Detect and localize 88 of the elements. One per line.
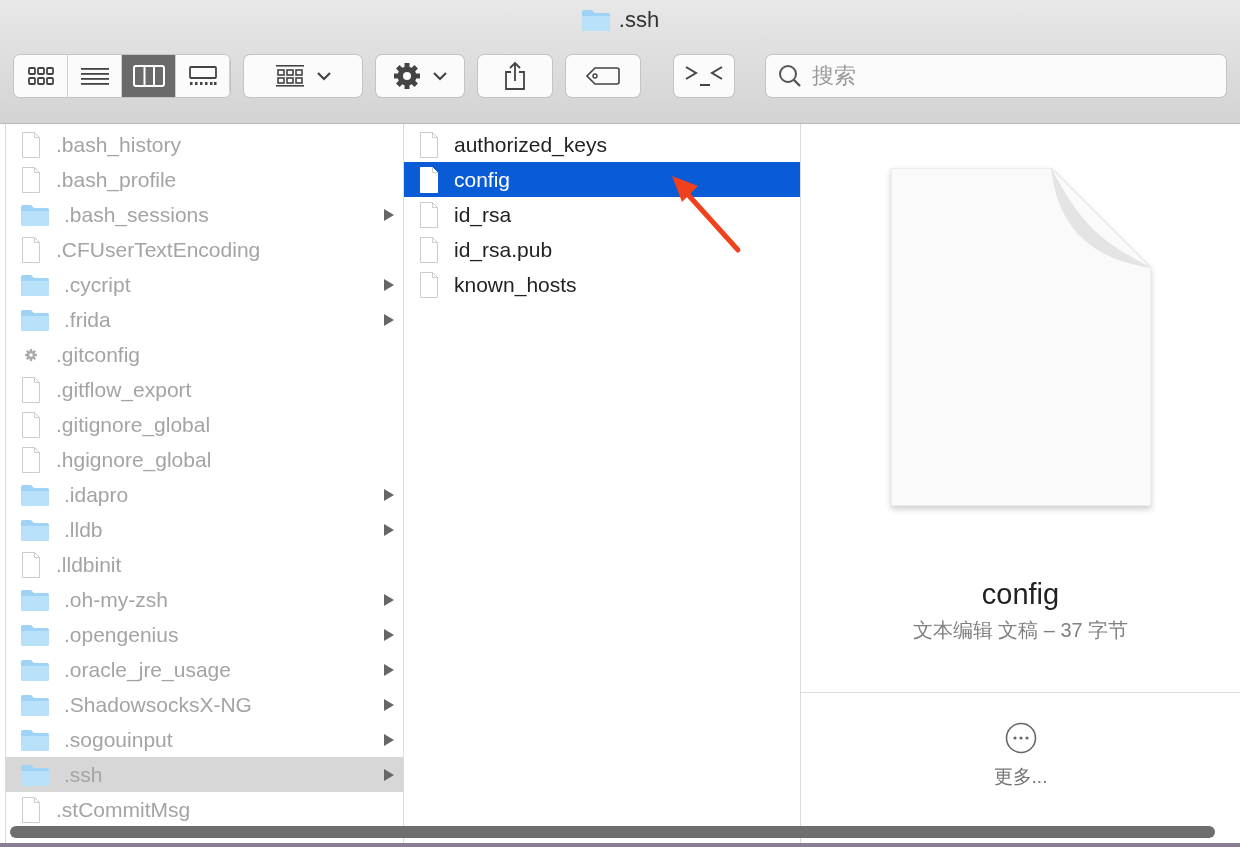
document-icon <box>20 410 42 439</box>
view-mode-button[interactable] <box>14 55 68 97</box>
file-row[interactable]: .gitignore_global <box>6 407 403 442</box>
document-icon <box>20 235 42 264</box>
file-row[interactable]: .stCommitMsg <box>6 792 403 827</box>
disclosure-triangle-icon <box>383 627 395 642</box>
file-row[interactable]: id_rsa <box>404 197 800 232</box>
folder-icon <box>20 273 50 296</box>
tag-icon <box>586 67 620 85</box>
gear-icon <box>393 62 421 90</box>
file-row[interactable]: .gitflow_export <box>6 372 403 407</box>
folder-icon <box>20 658 50 681</box>
disclosure-triangle-icon <box>383 207 395 222</box>
file-row[interactable]: .bash_profile <box>6 162 403 197</box>
disclosure-triangle-icon <box>383 662 395 677</box>
preview-file-info: 文本编辑 文稿 – 37 字节 <box>912 618 1129 643</box>
search-field[interactable]: 搜索 <box>766 55 1226 97</box>
grid-icon <box>275 65 305 87</box>
icon-view-icon <box>26 66 55 86</box>
file-row[interactable]: .lldbinit <box>6 547 403 582</box>
search-input[interactable]: 搜索 <box>810 62 1214 90</box>
folder-icon <box>20 483 50 506</box>
file-row[interactable]: .CFUserTextEncoding <box>6 232 403 267</box>
disclosure-triangle-icon <box>383 522 395 537</box>
document-preview-icon <box>890 168 1151 506</box>
document-icon <box>20 795 42 824</box>
list-view-icon <box>80 66 109 86</box>
terminal-icon <box>684 64 724 88</box>
file-row[interactable]: .oh-my-zsh <box>6 582 403 617</box>
folder-icon <box>20 623 50 646</box>
view-mode-button[interactable] <box>122 55 176 97</box>
preview-file-name: config <box>981 578 1060 611</box>
disclosure-triangle-icon <box>383 487 395 502</box>
folder-icon <box>20 308 50 331</box>
file-row[interactable]: known_hosts <box>404 267 800 302</box>
terminal-button[interactable] <box>674 55 734 97</box>
document-icon <box>20 445 42 474</box>
disclosure-triangle-icon <box>383 592 395 607</box>
file-row[interactable]: .bash_history <box>6 127 403 162</box>
folder-icon <box>20 203 50 226</box>
folder-icon <box>20 728 50 751</box>
file-row[interactable]: .hgignore_global <box>6 442 403 477</box>
file-row[interactable]: .opengenius <box>6 617 403 652</box>
more-button[interactable]: 更多... <box>987 721 1054 791</box>
disclosure-triangle-icon <box>383 277 395 292</box>
folder-icon <box>20 763 50 786</box>
document-icon <box>20 165 42 194</box>
disclosure-triangle-icon <box>383 312 395 327</box>
disclosure-triangle-icon <box>383 767 395 782</box>
file-row[interactable]: .sogouinput <box>6 722 403 757</box>
file-row[interactable]: .ShadowsocksX-NG <box>6 687 403 722</box>
file-row[interactable]: .frida <box>6 302 403 337</box>
document-icon <box>418 165 440 194</box>
window-title: .ssh <box>618 7 660 33</box>
share-button[interactable] <box>478 55 552 97</box>
gallery-view-icon <box>187 66 218 86</box>
file-row[interactable]: .lldb <box>6 512 403 547</box>
file-row[interactable]: config <box>404 162 800 197</box>
document-icon <box>418 235 440 264</box>
group-button[interactable] <box>244 55 362 97</box>
action-button[interactable] <box>376 55 464 97</box>
horizontal-scrollbar[interactable] <box>10 826 1215 838</box>
file-row[interactable]: .oracle_jre_usage <box>6 652 403 687</box>
tag-button[interactable] <box>566 55 640 97</box>
folder-icon <box>20 588 50 611</box>
folder-icon <box>580 9 611 31</box>
disclosure-triangle-icon <box>383 697 395 712</box>
more-icon <box>1004 722 1037 754</box>
folder-icon <box>20 518 50 541</box>
file-row[interactable]: .gitconfig <box>6 337 403 372</box>
document-icon <box>418 270 440 299</box>
file-row[interactable]: .idapro <box>6 477 403 512</box>
chevron-down-icon <box>317 71 331 81</box>
file-row[interactable]: .bash_sessions <box>6 197 403 232</box>
search-icon <box>778 64 802 88</box>
folder-icon <box>20 693 50 716</box>
file-row[interactable]: authorized_keys <box>404 127 800 162</box>
file-row[interactable]: .cycript <box>6 267 403 302</box>
document-icon <box>20 130 42 159</box>
chevron-down-icon <box>433 71 447 81</box>
document-icon <box>20 550 42 579</box>
share-icon <box>504 61 526 91</box>
document-icon <box>20 375 42 404</box>
disclosure-triangle-icon <box>383 732 395 747</box>
document-icon <box>418 130 440 159</box>
column-view-icon <box>132 65 165 87</box>
file-row[interactable]: id_rsa.pub <box>404 232 800 267</box>
document-icon <box>418 200 440 229</box>
